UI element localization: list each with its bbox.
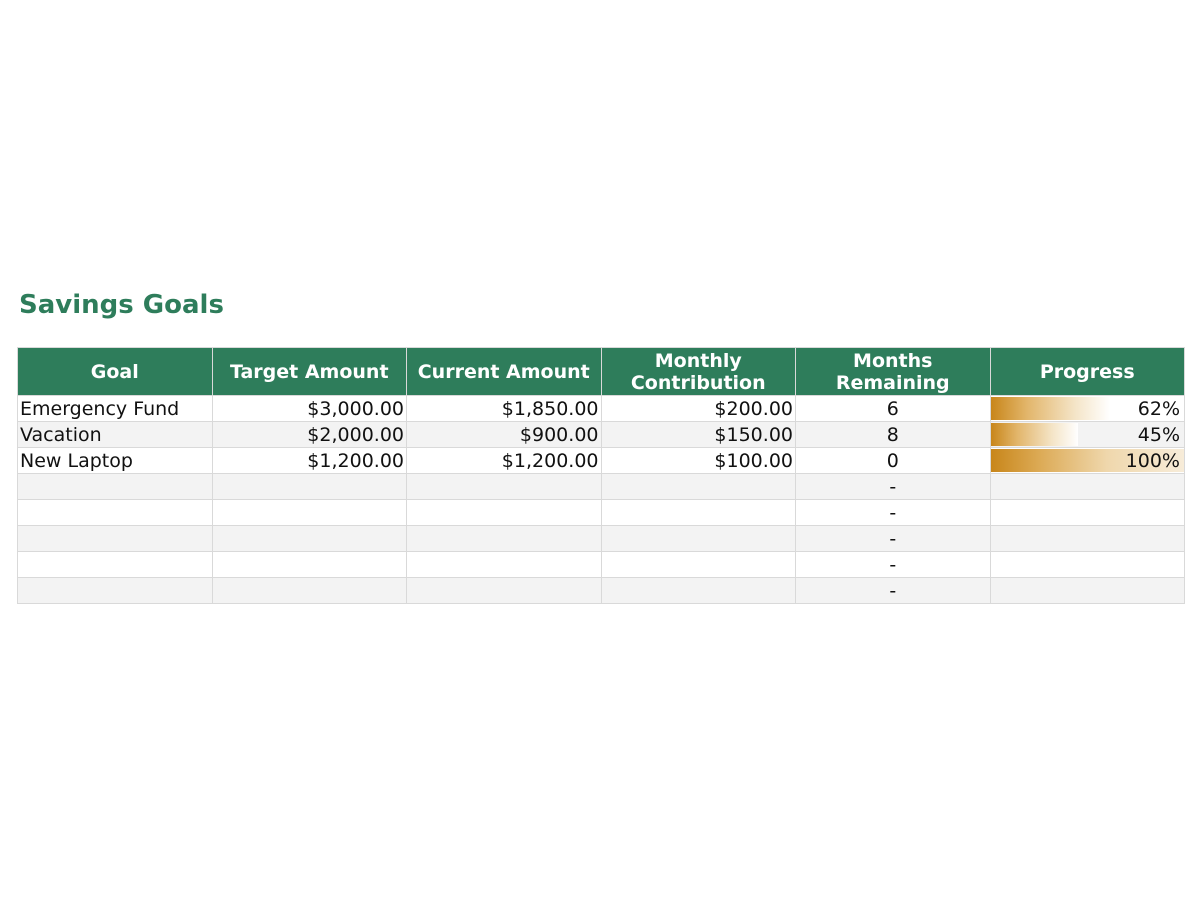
target-amount-cell[interactable]: [211, 551, 407, 578]
target-amount-cell[interactable]: $3,000.00: [211, 395, 407, 422]
column-header-progress[interactable]: Progress: [989, 347, 1185, 396]
progress-cell[interactable]: [989, 577, 1185, 604]
goal-cell[interactable]: Emergency Fund: [17, 395, 213, 422]
months-remaining-cell[interactable]: 8: [795, 421, 991, 448]
progress-cell[interactable]: 62%: [989, 395, 1185, 422]
progress-cell[interactable]: 100%: [989, 447, 1185, 474]
progress-label: [1180, 580, 1182, 602]
column-header-months-remaining[interactable]: Months Remaining: [795, 347, 991, 396]
target-amount-cell[interactable]: [211, 525, 407, 552]
goal-cell[interactable]: [17, 577, 213, 604]
savings-goals-table: Goal Target Amount Current Amount Monthl…: [17, 347, 1185, 604]
progress-label: [1180, 502, 1182, 524]
current-amount-cell[interactable]: $900.00: [406, 421, 602, 448]
progress-bar: [990, 423, 1078, 446]
monthly-contribution-cell[interactable]: [600, 525, 796, 552]
column-header-monthly-contribution[interactable]: Monthly Contribution: [600, 347, 796, 396]
table-row: -: [17, 551, 1185, 578]
current-amount-cell[interactable]: [406, 525, 602, 552]
months-remaining-cell[interactable]: -: [795, 499, 991, 526]
progress-label: [1180, 528, 1182, 550]
progress-cell[interactable]: [989, 551, 1185, 578]
monthly-contribution-cell[interactable]: [600, 499, 796, 526]
monthly-contribution-cell[interactable]: $150.00: [600, 421, 796, 448]
target-amount-cell[interactable]: [211, 577, 407, 604]
goal-cell[interactable]: Vacation: [17, 421, 213, 448]
monthly-contribution-cell[interactable]: $100.00: [600, 447, 796, 474]
current-amount-cell[interactable]: [406, 499, 602, 526]
table-row: Vacation $2,000.00 $900.00 $150.00 8 45%: [17, 421, 1185, 448]
goal-cell[interactable]: [17, 551, 213, 578]
column-header-target-amount[interactable]: Target Amount: [211, 347, 407, 396]
goal-cell[interactable]: New Laptop: [17, 447, 213, 474]
progress-label: 100%: [1125, 449, 1180, 472]
progress-cell[interactable]: 45%: [989, 421, 1185, 448]
current-amount-cell[interactable]: [406, 577, 602, 604]
progress-label: [1180, 554, 1182, 576]
page-title: Savings Goals: [19, 290, 224, 320]
progress-label: [1180, 476, 1182, 498]
months-remaining-cell[interactable]: 6: [795, 395, 991, 422]
table-row: -: [17, 525, 1185, 552]
column-header-current-amount[interactable]: Current Amount: [406, 347, 602, 396]
current-amount-cell[interactable]: $1,200.00: [406, 447, 602, 474]
monthly-contribution-cell[interactable]: [600, 577, 796, 604]
column-header-goal[interactable]: Goal: [17, 347, 213, 396]
progress-cell[interactable]: [989, 525, 1185, 552]
table-row: New Laptop $1,200.00 $1,200.00 $100.00 0…: [17, 447, 1185, 474]
header-row: Goal Target Amount Current Amount Monthl…: [17, 347, 1185, 396]
monthly-contribution-cell[interactable]: [600, 473, 796, 500]
goal-cell[interactable]: [17, 473, 213, 500]
table-row: -: [17, 499, 1185, 526]
goal-cell[interactable]: [17, 499, 213, 526]
progress-cell[interactable]: [989, 499, 1185, 526]
progress-label: 62%: [1137, 397, 1180, 420]
target-amount-cell[interactable]: [211, 499, 407, 526]
target-amount-cell[interactable]: [211, 473, 407, 500]
goal-cell[interactable]: [17, 525, 213, 552]
months-remaining-cell[interactable]: -: [795, 473, 991, 500]
progress-bar: [990, 397, 1111, 420]
target-amount-cell[interactable]: $1,200.00: [211, 447, 407, 474]
table-row: -: [17, 577, 1185, 604]
spreadsheet-page: Savings Goals Goal Target Amount Current…: [0, 0, 1200, 900]
progress-label: 45%: [1137, 423, 1180, 446]
months-remaining-cell[interactable]: -: [795, 551, 991, 578]
current-amount-cell[interactable]: [406, 551, 602, 578]
monthly-contribution-cell[interactable]: [600, 551, 796, 578]
table-row: -: [17, 473, 1185, 500]
progress-cell[interactable]: [989, 473, 1185, 500]
months-remaining-cell[interactable]: -: [795, 577, 991, 604]
current-amount-cell[interactable]: $1,850.00: [406, 395, 602, 422]
current-amount-cell[interactable]: [406, 473, 602, 500]
table-row: Emergency Fund $3,000.00 $1,850.00 $200.…: [17, 395, 1185, 422]
target-amount-cell[interactable]: $2,000.00: [211, 421, 407, 448]
months-remaining-cell[interactable]: -: [795, 525, 991, 552]
months-remaining-cell[interactable]: 0: [795, 447, 991, 474]
monthly-contribution-cell[interactable]: $200.00: [600, 395, 796, 422]
